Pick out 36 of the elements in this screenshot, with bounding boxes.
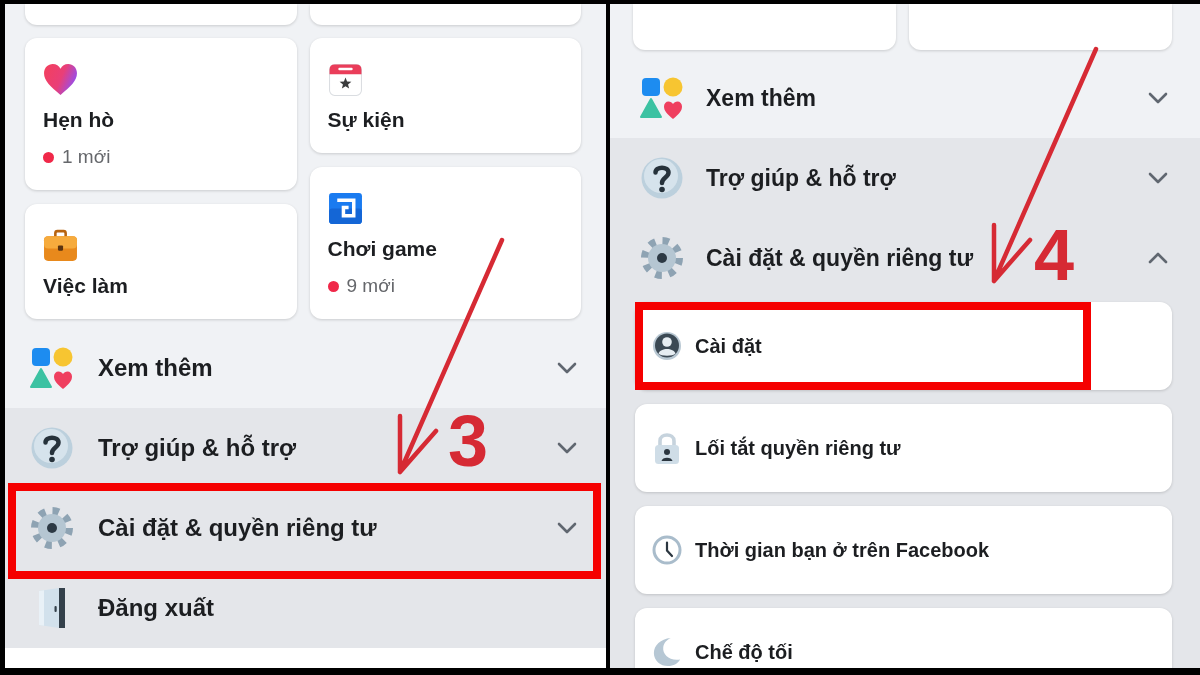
chevron-icon[interactable] [1148, 252, 1168, 264]
chevron-icon[interactable] [557, 442, 577, 454]
submenu-item[interactable]: Thời gian bạn ở trên Facebook [635, 506, 1172, 594]
submenu-item[interactable]: Lối tắt quyền riêng tư [635, 404, 1172, 492]
step-number: 3 [448, 405, 489, 477]
heart-icon [43, 62, 78, 97]
step-number: 4 [1034, 219, 1075, 291]
moon-icon [652, 637, 682, 667]
shapes-icon [640, 76, 684, 120]
settings-icon [640, 236, 684, 280]
chevron-icon[interactable] [557, 362, 577, 374]
shortcut-card[interactable]: Sự kiện [309, 38, 581, 153]
menu-row[interactable]: Trợ giúp & hỗ trợ [610, 138, 1200, 218]
menu-row[interactable]: Đăng xuất [5, 568, 606, 648]
submenu-item[interactable]: Chế độ tối [635, 608, 1172, 668]
profile-icon [652, 331, 682, 361]
notification-dot-icon [43, 151, 54, 163]
shortcut-card[interactable]: Hẹn hò 1 mới [25, 38, 297, 190]
chevron-icon[interactable] [557, 522, 577, 534]
menu-row[interactable]: Xem thêm [5, 328, 606, 408]
lock-icon [652, 431, 682, 465]
shapes-icon [30, 346, 74, 390]
settings-icon [30, 506, 74, 550]
menu-row[interactable]: Xem thêm [610, 58, 1200, 138]
chevron-icon[interactable] [1148, 92, 1168, 104]
clock-icon [652, 535, 682, 565]
briefcase-icon [43, 228, 78, 263]
calendar-icon [327, 62, 363, 97]
chevron-icon[interactable] [1148, 172, 1168, 184]
submenu-item[interactable]: Cài đặt [635, 302, 1172, 390]
shortcut-card[interactable]: Chơi game 9 mới [309, 167, 581, 319]
help-icon [640, 156, 684, 200]
notification-dot-icon [327, 280, 339, 292]
shortcut-card[interactable]: Việc làm [25, 204, 297, 319]
game-icon [327, 191, 363, 226]
help-icon [30, 426, 74, 470]
